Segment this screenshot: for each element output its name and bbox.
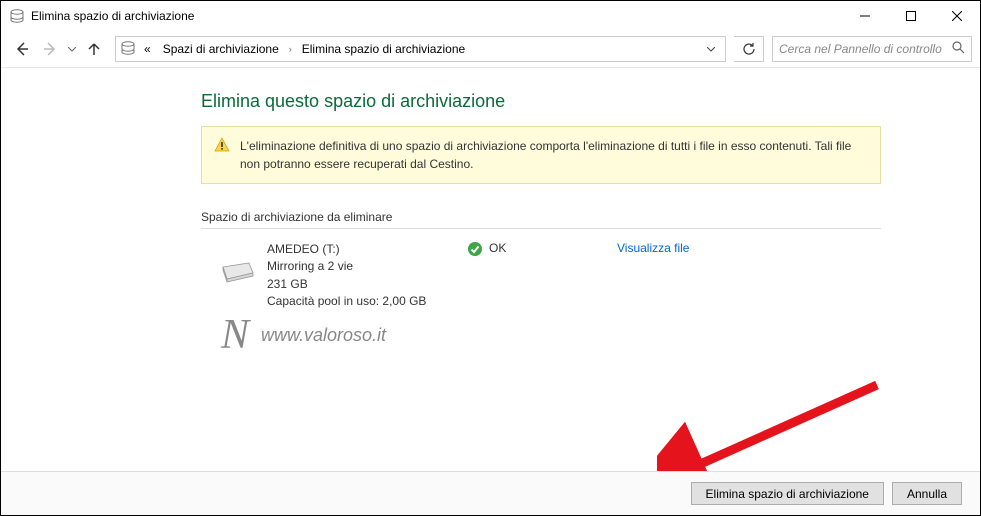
storage-space-row: AMEDEO (T:) Mirroring a 2 vie 231 GB Cap…	[201, 241, 881, 311]
ok-icon	[467, 241, 483, 260]
cancel-button[interactable]: Annulla	[892, 482, 962, 505]
storage-pool: Capacità pool in uso: 2,00 GB	[267, 293, 467, 310]
warning-icon	[214, 137, 230, 158]
status-text: OK	[489, 241, 506, 255]
storage-size: 231 GB	[267, 276, 467, 293]
watermark-url: www.valoroso.it	[261, 325, 386, 346]
window-controls	[842, 1, 980, 31]
storage-mode: Mirroring a 2 vie	[267, 258, 467, 275]
divider	[1, 67, 980, 68]
search-input[interactable]: Cerca nel Pannello di controllo	[772, 36, 972, 62]
address-bar[interactable]: « Spazi di archiviazione › Elimina spazi…	[115, 36, 726, 62]
warning-box: L'eliminazione definitiva di uno spazio …	[201, 126, 881, 184]
search-icon	[952, 41, 965, 57]
warning-text: L'eliminazione definitiva di uno spazio …	[240, 137, 868, 173]
storage-name: AMEDEO (T:)	[267, 241, 467, 258]
page-title: Elimina questo spazio di archiviazione	[201, 91, 980, 112]
maximize-button[interactable]	[888, 1, 934, 31]
navigation-bar: « Spazi di archiviazione › Elimina spazi…	[1, 31, 980, 67]
window-title: Elimina spazio di archiviazione	[31, 9, 194, 23]
close-button[interactable]	[934, 1, 980, 31]
chevron-down-icon[interactable]	[701, 44, 721, 55]
footer-bar: Elimina spazio di archiviazione Annulla	[1, 471, 980, 515]
app-icon	[9, 8, 25, 24]
section-label: Spazio di archiviazione da eliminare	[201, 210, 980, 224]
back-button[interactable]	[9, 36, 35, 62]
breadcrumb-prefix: «	[140, 40, 155, 58]
storage-icon	[120, 40, 136, 59]
recent-locations-button[interactable]	[65, 47, 79, 52]
up-button[interactable]	[81, 36, 107, 62]
delete-storage-button[interactable]: Elimina spazio di archiviazione	[691, 482, 884, 505]
minimize-button[interactable]	[842, 1, 888, 31]
chevron-right-icon: ›	[287, 44, 294, 54]
drive-icon	[219, 259, 267, 311]
watermark: N www.valoroso.it	[221, 311, 386, 359]
title-bar: Elimina spazio di archiviazione	[1, 1, 980, 31]
breadcrumb-item[interactable]: Spazi di archiviazione	[159, 40, 283, 58]
refresh-button[interactable]	[734, 36, 764, 62]
watermark-logo: N	[221, 311, 249, 359]
divider	[201, 228, 881, 229]
forward-button[interactable]	[37, 36, 63, 62]
content-area: Elimina questo spazio di archiviazione L…	[1, 73, 980, 471]
view-files-link[interactable]: Visualizza file	[617, 241, 689, 311]
breadcrumb-item[interactable]: Elimina spazio di archiviazione	[298, 40, 469, 58]
storage-space-info: AMEDEO (T:) Mirroring a 2 vie 231 GB Cap…	[267, 241, 467, 311]
search-placeholder: Cerca nel Pannello di controllo	[779, 42, 942, 56]
storage-status: OK	[467, 241, 617, 311]
